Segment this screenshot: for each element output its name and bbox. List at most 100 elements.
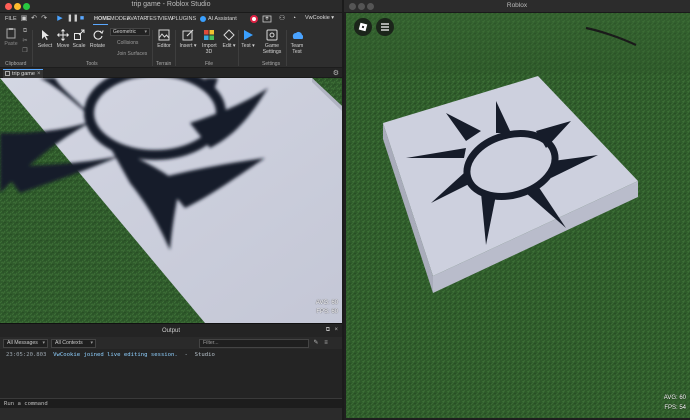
- popout-icon[interactable]: ⧉: [326, 327, 330, 334]
- roblox-logo-icon: [358, 22, 368, 32]
- move-tool-button[interactable]: Move: [54, 29, 72, 49]
- ribbon-separator: [238, 30, 239, 66]
- group-file: File: [205, 61, 214, 67]
- play-icon[interactable]: ▶: [56, 15, 64, 23]
- close-tab-icon[interactable]: ×: [37, 70, 41, 78]
- place-icon: [5, 71, 10, 76]
- collisions-toggle[interactable]: Collisions: [117, 40, 138, 46]
- edit-button[interactable]: Edit ▾: [221, 29, 237, 49]
- close-output-icon[interactable]: ×: [334, 327, 338, 333]
- game-settings-button[interactable]: Game Settings: [259, 29, 285, 55]
- undo-icon[interactable]: ↶: [30, 15, 38, 23]
- import-3d-label: Import 3D: [202, 43, 217, 55]
- cursor-icon: [42, 30, 49, 40]
- rotate-tool-button[interactable]: Rotate: [88, 29, 107, 49]
- ribbon-separator: [286, 30, 287, 66]
- notifications-icon[interactable]: ◔: [290, 15, 298, 23]
- message-type-value: All Messages: [7, 340, 38, 346]
- collaborators-icon[interactable]: ⚇: [278, 15, 286, 23]
- output-menu-icon[interactable]: ≡: [322, 339, 330, 347]
- group-settings: Settings: [262, 61, 281, 67]
- user-name: VwCookie: [305, 15, 330, 21]
- chevron-down-icon: ▾: [144, 29, 147, 35]
- duplicate-icon[interactable]: ❐: [21, 47, 29, 55]
- studio-window-title: trip game - Roblox Studio: [131, 1, 211, 8]
- insert-label-text: Insert: [179, 43, 193, 49]
- redo-icon[interactable]: ↷: [40, 15, 48, 23]
- group-terrain: Terrain: [156, 61, 172, 67]
- share-icon[interactable]: [262, 15, 272, 23]
- save-icon[interactable]: ▣: [20, 15, 28, 23]
- gear-icon[interactable]: ⚙: [333, 69, 339, 77]
- ribbon-separator: [152, 30, 153, 66]
- pause-icon[interactable]: ❚❚: [67, 15, 79, 23]
- edit-label: Edit ▾: [222, 43, 236, 49]
- log-time: 23:05:20.803: [6, 352, 47, 358]
- player-window-title: Roblox: [506, 2, 528, 9]
- filter-placeholder: Filter...: [203, 340, 219, 346]
- team-test-button[interactable]: Team Test: [288, 29, 306, 55]
- select-tool-button[interactable]: Select: [36, 29, 54, 49]
- import-3d-button[interactable]: Import 3D: [199, 29, 219, 55]
- editor-label: Editor: [157, 43, 171, 49]
- studio-avg-readout: AVG: 60: [315, 300, 338, 306]
- ai-assistant-button[interactable]: AI Assistant: [208, 16, 237, 22]
- terrain-editor-button[interactable]: Editor: [154, 29, 174, 49]
- cut-icon[interactable]: ✂: [21, 37, 29, 45]
- screen: trip game - Roblox Studio FILE ▣ ↶ ↷ ▶ ❚…: [0, 0, 690, 420]
- team-test-icon: [292, 31, 303, 40]
- tab-plugins[interactable]: PLUGINS: [172, 16, 196, 22]
- join-surfaces-toggle[interactable]: Join Surfaces: [117, 51, 147, 57]
- chevron-down-icon: ▾: [42, 340, 45, 346]
- paste-button[interactable]: Paste: [3, 27, 19, 47]
- game-settings-icon: [266, 29, 278, 41]
- message-type-filter[interactable]: All Messages ▾: [3, 339, 48, 348]
- player-fps-readout: FPS: 54: [664, 405, 686, 411]
- diamond-icon: [223, 29, 235, 41]
- studio-3d-scene: [0, 78, 342, 323]
- studio-viewport[interactable]: AVG: 60 FPS: 60: [0, 78, 342, 323]
- select-label: Select: [37, 43, 53, 49]
- studio-menu-bar: FILE ▣ ↶ ↷ ▶ ❚❚ ■ HOME MODEL AVATAR TEST…: [0, 13, 342, 25]
- output-filter-input[interactable]: Filter...: [199, 339, 309, 348]
- player-viewport[interactable]: AVG: 60 FPS: 54: [346, 13, 690, 418]
- transform-mode-dropdown[interactable]: Geometric ▾: [110, 28, 150, 36]
- context-filter[interactable]: All Contexts ▾: [51, 339, 96, 348]
- home-ribbon: Paste ⧉ ✂ ❐ Select Move Scale Rotate Geo…: [0, 25, 342, 68]
- log-source: Studio: [194, 352, 215, 358]
- group-tools: Tools: [86, 61, 98, 67]
- file-menu[interactable]: FILE: [5, 16, 17, 22]
- roblox-menu-button[interactable]: [354, 18, 372, 36]
- test-button[interactable]: Test ▾: [240, 29, 256, 49]
- studio-window: trip game - Roblox Studio FILE ▣ ↶ ↷ ▶ ❚…: [0, 0, 342, 420]
- ribbon-separator: [175, 30, 176, 66]
- insert-label: Insert ▾: [179, 43, 197, 49]
- ai-assistant-icon: [200, 16, 206, 22]
- studio-title-bar: trip game - Roblox Studio: [0, 0, 342, 13]
- rotate-icon: [93, 30, 104, 40]
- player-avg-readout: AVG: 60: [663, 395, 686, 401]
- doc-tab-label: trip game: [12, 71, 35, 77]
- command-input[interactable]: [4, 400, 338, 408]
- user-menu[interactable]: VwCookie ▾: [305, 15, 334, 21]
- tab-trip-game[interactable]: trip game ×: [3, 69, 43, 78]
- document-tab-row: trip game × ⚙: [0, 68, 342, 78]
- stop-icon[interactable]: ■: [78, 15, 86, 23]
- transform-mode-value: Geometric: [113, 29, 137, 35]
- log-message: VwCookie joined live editing session.: [53, 352, 178, 358]
- clear-output-icon[interactable]: ✎: [312, 339, 320, 347]
- record-icon[interactable]: [250, 15, 258, 23]
- ribbon-separator: [32, 30, 33, 66]
- hamburger-icon: [381, 23, 389, 31]
- tab-view[interactable]: VIEW: [159, 16, 173, 22]
- tab-home[interactable]: HOME: [94, 16, 111, 22]
- hamburger-menu-button[interactable]: [376, 18, 394, 36]
- tab-test[interactable]: TEST: [146, 16, 160, 22]
- copy-icon[interactable]: ⧉: [21, 27, 29, 35]
- insert-button[interactable]: Insert ▾: [178, 29, 198, 49]
- paste-label: Paste: [4, 41, 18, 47]
- scale-tool-button[interactable]: Scale: [71, 29, 87, 49]
- log-entry: 23:05:20.803 VwCookie joined live editin…: [6, 352, 215, 358]
- tab-avatar[interactable]: AVATAR: [127, 16, 147, 22]
- distant-grass: [346, 13, 690, 73]
